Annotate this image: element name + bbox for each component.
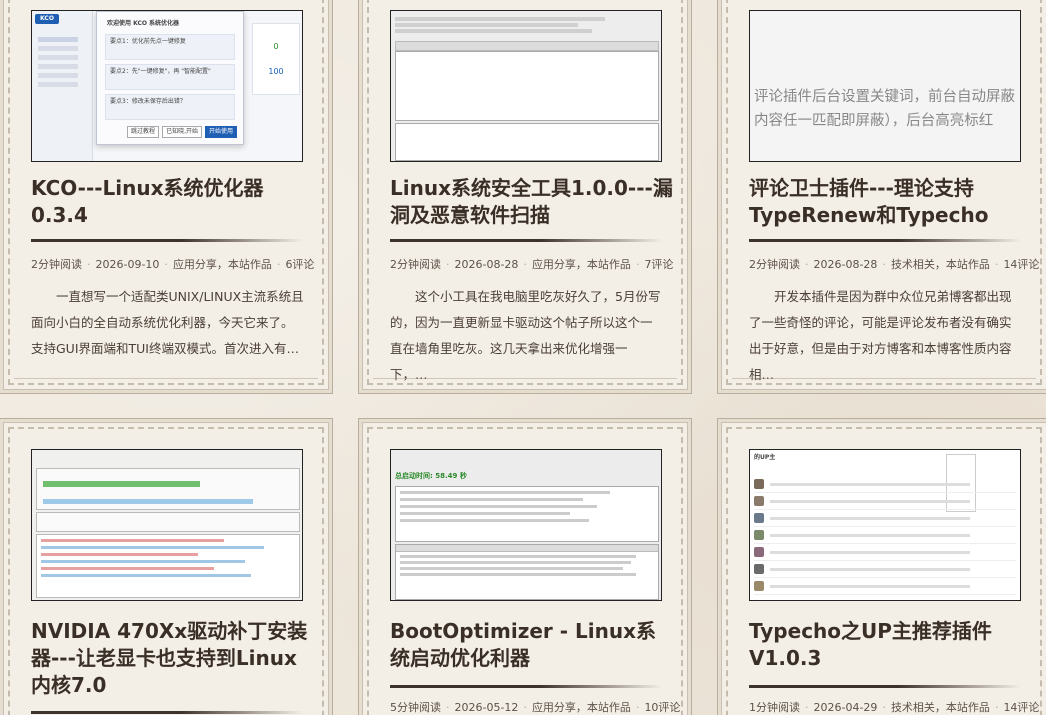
post-title[interactable]: 评论卫士插件---理论支持TypeRenew和Typecho	[749, 175, 1034, 229]
post-category[interactable]: 技术相关，本站作品	[891, 258, 990, 271]
post-meta: 2分钟阅读 · 2026-08-28 · 应用分享，本站作品 · 7评论	[390, 258, 674, 271]
post-date: 2026-05-12	[454, 701, 519, 714]
post-title[interactable]: Typecho之UP主推荐插件V1.0.3	[749, 618, 1034, 672]
comment-count[interactable]: 14评论	[1003, 258, 1039, 271]
read-time: 2分钟阅读	[749, 258, 800, 271]
comment-count[interactable]: 10评论	[644, 701, 680, 714]
comment-count[interactable]: 6评论	[285, 258, 314, 271]
read-time: 2分钟阅读	[390, 258, 441, 271]
post-meta: 1分钟阅读 · 2026-04-29 · 技术相关，本站作品 · 14评论	[749, 701, 1040, 714]
post-title[interactable]: BootOptimizer - Linux系统启动优化利器	[390, 618, 675, 672]
post-excerpt: 这个小工具在我电脑里吃灰好久了，5月份写的，因为一直更新显卡驱动这个帖子所以这个…	[390, 289, 661, 382]
post-thumbnail[interactable]	[31, 449, 303, 601]
post-title[interactable]: KCO---Linux系统优化器 0.3.4	[31, 175, 316, 229]
post-date: 2026-09-10	[95, 258, 160, 271]
post-category[interactable]: 应用分享，本站作品	[173, 258, 272, 271]
post-meta: 2分钟阅读 · 2026-08-28 · 技术相关，本站作品 · 14评论	[749, 258, 1040, 271]
post-card[interactable]: 总启动时间: 58.49 秒 BootOptimizer - Linux系统启动…	[362, 422, 688, 715]
post-date: 2026-04-29	[813, 701, 878, 714]
post-category[interactable]: 应用分享，本站作品	[532, 258, 631, 271]
title-divider	[31, 239, 303, 242]
comment-count[interactable]: 14评论	[1003, 701, 1039, 714]
title-divider	[749, 685, 1021, 688]
post-card[interactable]: NVIDIA 470Xx驱动补丁安装器---让老显卡也支持到Linux内核7.0	[3, 422, 329, 715]
post-card[interactable]: 评论插件后台设置关键词，前台自动屏蔽内容任一匹配即屏蔽），后台高亮标红 评论卫士…	[721, 0, 1046, 390]
post-meta: 5分钟阅读 · 2026-05-12 · 应用分享，本站作品 · 10评论	[390, 701, 681, 714]
read-time: 5分钟阅读	[390, 701, 441, 714]
read-time: 1分钟阅读	[749, 701, 800, 714]
post-meta: 2分钟阅读 · 2026-09-10 · 应用分享，本站作品 · 6评论	[31, 258, 315, 271]
post-excerpt: 一直想写一个适配类UNIX/LINUX主流系统且面向小白的全自动系统优化利器，今…	[31, 289, 304, 356]
post-thumbnail[interactable]	[390, 10, 662, 162]
post-thumbnail[interactable]: KCO 0 100 欢迎使用 KCO 系统优化器 要点1：优化前先点一键修复 要…	[31, 10, 303, 162]
title-divider	[390, 239, 662, 242]
comment-count[interactable]: 7评论	[644, 258, 673, 271]
post-card[interactable]: KCO 0 100 欢迎使用 KCO 系统优化器 要点1：优化前先点一键修复 要…	[3, 0, 329, 390]
title-divider	[749, 239, 1021, 242]
post-grid: KCO 0 100 欢迎使用 KCO 系统优化器 要点1：优化前先点一键修复 要…	[0, 0, 1046, 715]
read-time: 2分钟阅读	[31, 258, 82, 271]
post-card[interactable]: Linux系统安全工具1.0.0---漏洞及恶意软件扫描 2分钟阅读 · 2026-…	[362, 0, 688, 390]
post-thumbnail[interactable]: 评论插件后台设置关键词，前台自动屏蔽内容任一匹配即屏蔽），后台高亮标红	[749, 10, 1021, 162]
post-title[interactable]: NVIDIA 470Xx驱动补丁安装器---让老显卡也支持到Linux内核7.0	[31, 618, 316, 699]
title-divider	[390, 685, 662, 688]
post-date: 2026-08-28	[454, 258, 519, 271]
post-category[interactable]: 应用分享，本站作品	[532, 701, 631, 714]
post-thumbnail[interactable]: 的UP主	[749, 449, 1021, 601]
post-date: 2026-08-28	[813, 258, 878, 271]
post-excerpt: 开发本插件是因为群中众位兄弟博客都出现了一些奇怪的评论，可能是评论发布者没有确实…	[749, 289, 1012, 382]
post-category[interactable]: 技术相关，本站作品	[891, 701, 990, 714]
post-title[interactable]: Linux系统安全工具1.0.0---漏洞及恶意软件扫描	[390, 175, 675, 229]
post-card[interactable]: 的UP主 Typecho之UP主推荐插件V1.0.3 1分钟阅读 · 2026-04…	[721, 422, 1046, 715]
title-divider	[31, 711, 303, 714]
post-thumbnail[interactable]: 总启动时间: 58.49 秒	[390, 449, 662, 601]
